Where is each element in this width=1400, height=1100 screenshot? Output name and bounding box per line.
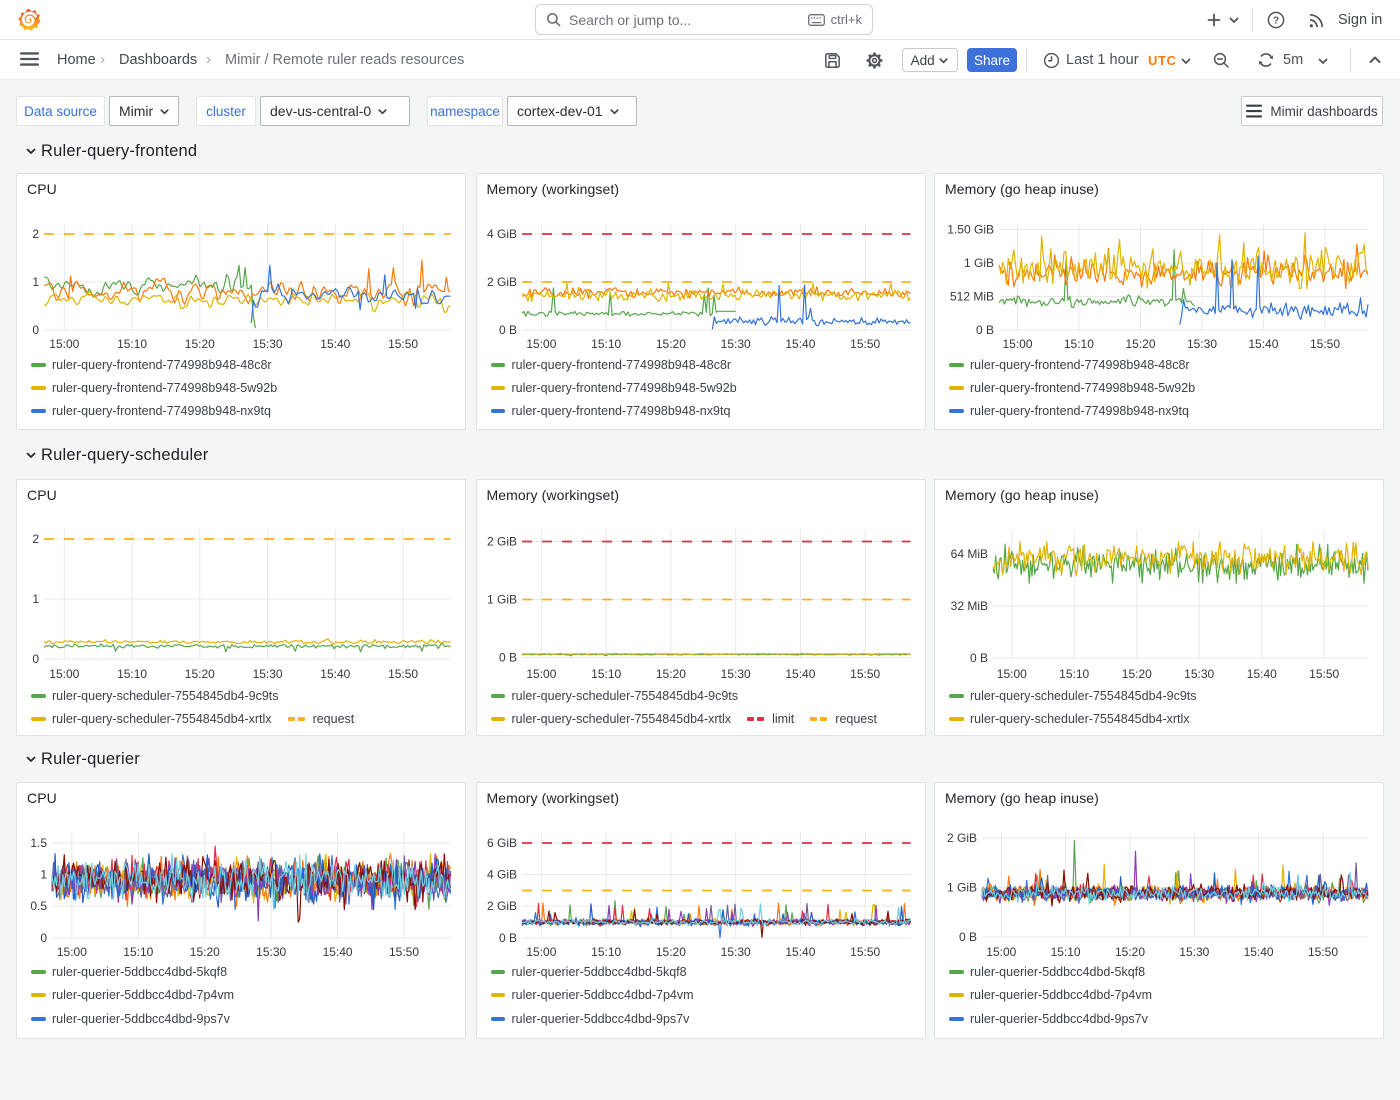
svg-text:15:30: 15:30: [720, 337, 750, 351]
svg-text:1.5: 1.5: [30, 836, 47, 850]
svg-text:15:30: 15:30: [1179, 945, 1209, 959]
svg-text:15:50: 15:50: [850, 667, 880, 681]
svg-text:15:20: 15:20: [190, 945, 220, 959]
svg-text:15:40: 15:40: [785, 945, 815, 959]
svg-text:?: ?: [1273, 16, 1279, 27]
svg-text:15:30: 15:30: [253, 337, 283, 351]
svg-text:15:00: 15:00: [526, 337, 556, 351]
svg-text:15:10: 15:10: [591, 337, 621, 351]
svg-text:15:40: 15:40: [785, 337, 815, 351]
svg-text:15:40: 15:40: [1247, 667, 1277, 681]
svg-text:15:10: 15:10: [1059, 667, 1089, 681]
svg-text:0 B: 0 B: [498, 323, 516, 337]
svg-text:15:40: 15:40: [785, 667, 815, 681]
svg-text:0 B: 0 B: [970, 651, 988, 665]
svg-text:0: 0: [32, 323, 39, 337]
svg-text:15:00: 15:00: [57, 945, 87, 959]
svg-text:1: 1: [40, 868, 47, 882]
svg-text:15:40: 15:40: [1248, 337, 1278, 351]
svg-text:32 MiB: 32 MiB: [951, 599, 988, 613]
svg-text:512 MiB: 512 MiB: [950, 290, 994, 304]
svg-text:15:10: 15:10: [591, 945, 621, 959]
svg-text:2 GiB: 2 GiB: [947, 831, 977, 845]
svg-text:15:30: 15:30: [256, 945, 286, 959]
svg-text:15:40: 15:40: [1244, 945, 1274, 959]
svg-text:4 GiB: 4 GiB: [486, 227, 516, 241]
svg-text:15:30: 15:30: [253, 667, 283, 681]
svg-text:1 GiB: 1 GiB: [964, 256, 994, 270]
svg-text:15:50: 15:50: [1310, 337, 1340, 351]
svg-text:15:10: 15:10: [117, 667, 147, 681]
svg-text:1.50 GiB: 1.50 GiB: [947, 223, 994, 237]
svg-text:15:00: 15:00: [49, 667, 79, 681]
svg-text:15:40: 15:40: [323, 945, 353, 959]
svg-text:0.5: 0.5: [30, 899, 47, 913]
svg-text:15:00: 15:00: [49, 337, 79, 351]
svg-text:15:20: 15:20: [185, 337, 215, 351]
svg-text:1 GiB: 1 GiB: [486, 593, 516, 607]
svg-text:0: 0: [32, 652, 39, 666]
svg-text:15:50: 15:50: [850, 337, 880, 351]
svg-text:2 GiB: 2 GiB: [486, 535, 516, 549]
svg-text:6 GiB: 6 GiB: [486, 836, 516, 850]
svg-text:0: 0: [40, 931, 47, 945]
svg-text:15:50: 15:50: [1308, 945, 1338, 959]
svg-text:64 MiB: 64 MiB: [951, 547, 988, 561]
svg-text:15:30: 15:30: [1187, 337, 1217, 351]
svg-text:15:50: 15:50: [1309, 667, 1339, 681]
svg-text:2: 2: [32, 532, 39, 546]
svg-text:15:40: 15:40: [320, 337, 350, 351]
svg-text:15:10: 15:10: [123, 945, 153, 959]
svg-text:15:00: 15:00: [526, 667, 556, 681]
svg-text:15:20: 15:20: [655, 667, 685, 681]
svg-text:15:20: 15:20: [1125, 337, 1155, 351]
svg-text:15:50: 15:50: [850, 945, 880, 959]
svg-text:15:50: 15:50: [389, 945, 419, 959]
svg-text:15:10: 15:10: [117, 337, 147, 351]
svg-text:15:40: 15:40: [320, 667, 350, 681]
svg-text:0 B: 0 B: [498, 651, 516, 665]
svg-text:15:20: 15:20: [655, 945, 685, 959]
svg-text:15:00: 15:00: [1002, 337, 1032, 351]
svg-text:15:50: 15:50: [388, 667, 418, 681]
svg-text:15:20: 15:20: [655, 337, 685, 351]
svg-text:0 B: 0 B: [959, 930, 977, 944]
svg-text:0 B: 0 B: [498, 931, 516, 945]
svg-text:15:20: 15:20: [185, 667, 215, 681]
svg-text:15:10: 15:10: [1064, 337, 1094, 351]
svg-text:15:10: 15:10: [591, 667, 621, 681]
svg-text:1 GiB: 1 GiB: [947, 881, 977, 895]
svg-text:4 GiB: 4 GiB: [486, 868, 516, 882]
svg-text:15:20: 15:20: [1115, 945, 1145, 959]
svg-text:15:30: 15:30: [1184, 667, 1214, 681]
svg-text:15:10: 15:10: [1051, 945, 1081, 959]
svg-text:0 B: 0 B: [976, 323, 994, 337]
svg-text:2 GiB: 2 GiB: [486, 275, 516, 289]
svg-text:15:20: 15:20: [1122, 667, 1152, 681]
svg-text:15:30: 15:30: [720, 667, 750, 681]
svg-text:1: 1: [32, 275, 39, 289]
svg-text:15:00: 15:00: [997, 667, 1027, 681]
svg-text:15:50: 15:50: [388, 337, 418, 351]
svg-text:2: 2: [32, 227, 39, 241]
svg-text:15:00: 15:00: [986, 945, 1016, 959]
svg-text:15:30: 15:30: [720, 945, 750, 959]
svg-text:15:00: 15:00: [526, 945, 556, 959]
svg-text:2 GiB: 2 GiB: [486, 899, 516, 913]
svg-text:1: 1: [32, 592, 39, 606]
